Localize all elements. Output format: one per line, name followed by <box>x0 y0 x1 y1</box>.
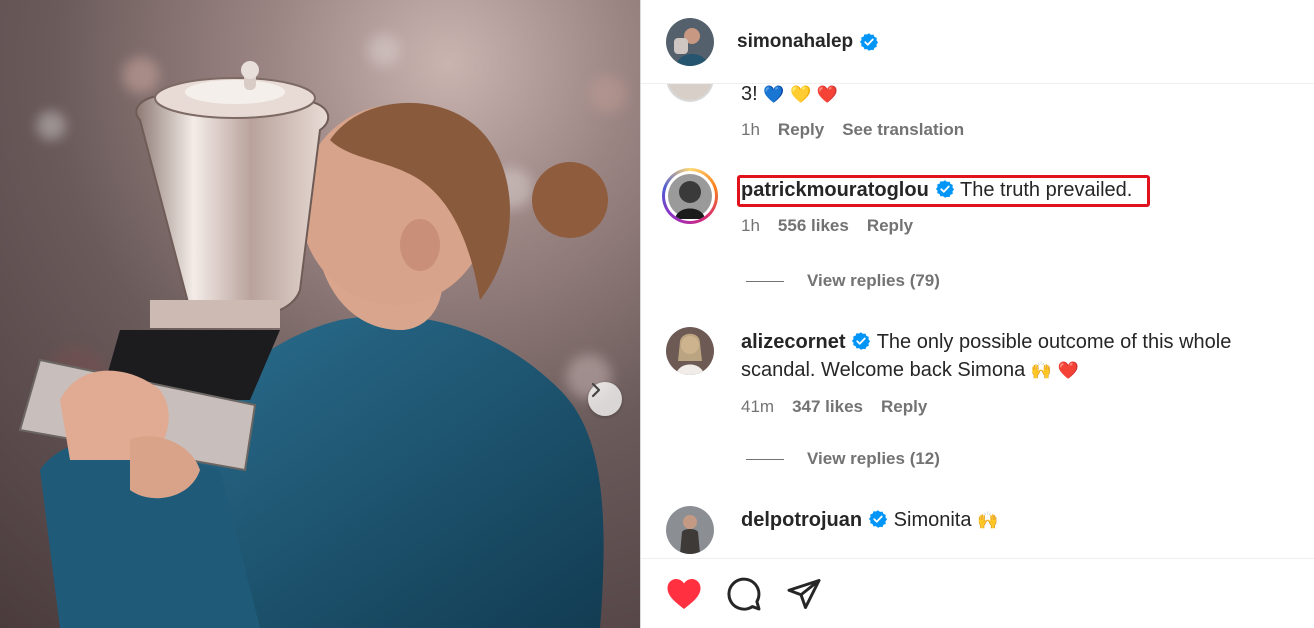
commenter-username[interactable]: alizecornet <box>741 331 845 353</box>
view-replies-label: View replies (12) <box>807 449 940 468</box>
comment-text-line1: The only possible outcome of this whole <box>876 331 1232 353</box>
divider-line <box>746 280 784 282</box>
comment-meta: 1h 556 likes Reply <box>741 216 913 236</box>
reply-button[interactable]: Reply <box>778 120 824 140</box>
post-photo <box>0 0 640 628</box>
comment-time: 1h <box>741 120 760 139</box>
emoji-blue-heart: 💙 <box>763 85 785 105</box>
author-username[interactable]: simonahalep <box>737 31 853 53</box>
verified-badge-icon <box>852 332 871 350</box>
post-header: simonahalep <box>641 0 1314 84</box>
commenter-avatar-story-ring[interactable] <box>662 168 718 224</box>
commenter-avatar[interactable] <box>666 506 714 554</box>
share-button[interactable] <box>785 575 823 613</box>
post-action-bar <box>641 558 1314 628</box>
see-translation-button[interactable]: See translation <box>842 120 964 140</box>
emoji-raising-hands: 🙌 <box>977 511 999 531</box>
comment-button[interactable] <box>725 575 763 613</box>
comment-icon <box>727 577 761 611</box>
commenter-avatar[interactable] <box>666 327 714 375</box>
commenter-username[interactable]: delpotrojuan <box>741 509 862 531</box>
view-replies-button[interactable]: View replies (12) <box>746 449 940 469</box>
view-replies-label: View replies (79) <box>807 271 940 290</box>
comment-text-line2: scandal. Welcome back Simona <box>741 359 1026 381</box>
comment-text: 3! <box>741 84 758 105</box>
red-highlight-box <box>737 175 1150 207</box>
like-button[interactable] <box>665 575 703 613</box>
comment-body: delpotrojuan Simonita 🙌 <box>741 506 1281 535</box>
emoji-yellow-heart: 💛 <box>789 85 812 105</box>
comment-meta: 1h Reply See translation <box>741 120 964 140</box>
reply-button[interactable]: Reply <box>881 397 927 417</box>
comments-list[interactable]: 3! 💙 💛 ❤️ 1h Reply See translation patri… <box>641 84 1314 558</box>
comment-likes[interactable]: 347 likes <box>792 397 863 417</box>
commenter-avatar[interactable] <box>666 84 714 102</box>
emoji-red-heart: ❤️ <box>816 85 838 105</box>
photo-illustration <box>18 61 608 628</box>
post-side-panel: simonahalep 3! 💙 💛 ❤️ 1h Reply See trans… <box>640 0 1314 628</box>
comment-text: Simonita <box>893 509 972 531</box>
author-avatar[interactable] <box>666 17 714 66</box>
comment-body: 3! 💙 💛 ❤️ <box>741 84 1281 109</box>
heart-filled-icon <box>667 578 701 609</box>
reply-button[interactable]: Reply <box>867 216 913 236</box>
comment-likes[interactable]: 556 likes <box>778 216 849 236</box>
verified-badge-icon <box>869 510 888 528</box>
emoji-red-heart: ❤️ <box>1057 361 1079 381</box>
emoji-raising-hands: 🙌 <box>1030 361 1052 381</box>
carousel-next-button[interactable] <box>588 382 622 416</box>
chevron-right-icon <box>591 382 601 398</box>
verified-badge-icon <box>860 32 879 51</box>
comment-meta: 41m 347 likes Reply <box>741 397 927 417</box>
divider-line <box>746 458 784 460</box>
view-replies-button[interactable]: View replies (79) <box>746 271 940 291</box>
share-icon <box>787 578 821 609</box>
comment-time: 1h <box>741 216 760 235</box>
comment-time: 41m <box>741 397 775 416</box>
comment-body: alizecornet The only possible outcome of… <box>741 328 1281 385</box>
